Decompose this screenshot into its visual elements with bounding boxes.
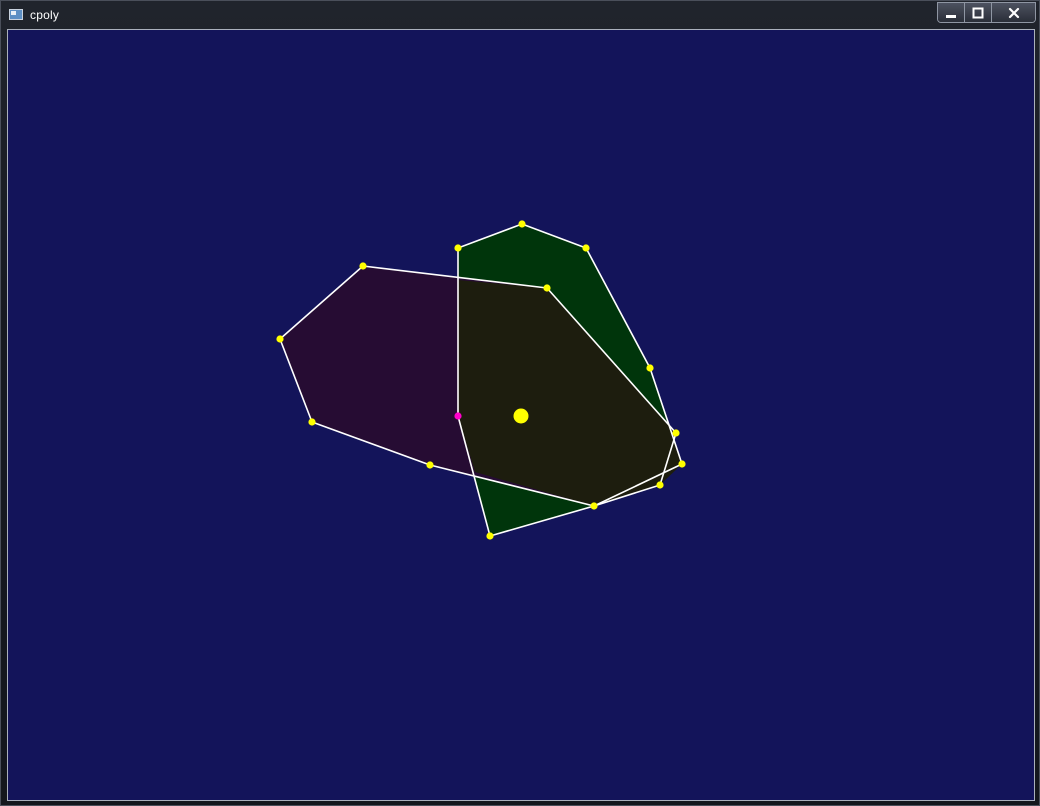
window-controls xyxy=(937,2,1036,23)
app-window-icon[interactable] xyxy=(9,9,23,20)
vertex-handle[interactable] xyxy=(276,335,284,343)
app-window: cpoly xyxy=(0,0,1040,806)
vertex-handle[interactable] xyxy=(518,220,526,228)
vertex-handle[interactable] xyxy=(656,481,664,489)
canvas-area[interactable] xyxy=(7,29,1035,801)
window-title: cpoly xyxy=(30,8,60,22)
vertex-handle[interactable] xyxy=(590,502,598,510)
vertex-handle[interactable] xyxy=(426,461,434,469)
vertex-handle[interactable] xyxy=(454,244,462,252)
vertex-handle[interactable] xyxy=(359,262,367,270)
maximize-button[interactable] xyxy=(964,3,991,22)
selected-vertex-handle[interactable] xyxy=(454,412,462,420)
vertex-handle[interactable] xyxy=(308,418,316,426)
close-button[interactable] xyxy=(991,3,1035,22)
vertex-handle[interactable] xyxy=(582,244,590,252)
vertex-handle[interactable] xyxy=(646,364,654,372)
vertex-handle[interactable] xyxy=(678,460,686,468)
polygon-canvas[interactable] xyxy=(8,30,1034,800)
title-bar[interactable]: cpoly xyxy=(1,1,1039,29)
vertex-handle[interactable] xyxy=(543,284,551,292)
center-point[interactable] xyxy=(513,408,529,424)
vertex-handle[interactable] xyxy=(486,532,494,540)
vertex-handle[interactable] xyxy=(672,429,680,437)
minimize-icon xyxy=(946,14,956,18)
close-icon xyxy=(1008,7,1019,18)
minimize-button[interactable] xyxy=(938,3,964,22)
maximize-icon xyxy=(972,7,984,18)
